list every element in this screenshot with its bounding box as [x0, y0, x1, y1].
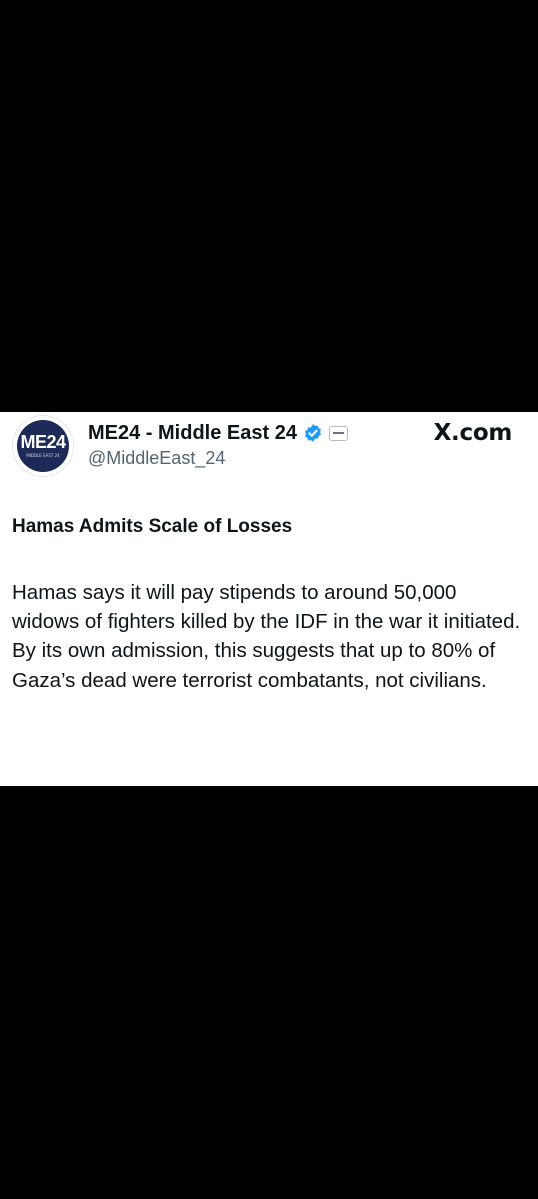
- post-paragraph: Hamas says it will pay stipends to aroun…: [12, 581, 521, 634]
- post-body: Hamas says it will pay stipends to aroun…: [12, 578, 526, 695]
- name-row: ME24 - Middle East 24: [88, 419, 348, 447]
- logo-text: ME24: [20, 432, 66, 452]
- post-headline: Hamas Admits Scale of Losses: [12, 516, 293, 537]
- display-name[interactable]: ME24 - Middle East 24: [88, 422, 297, 445]
- affiliate-badge-icon: [328, 425, 348, 441]
- post-paragraph: By its own admission, this suggests that…: [12, 639, 496, 692]
- site-label: X.com: [433, 420, 513, 446]
- avatar[interactable]: ME24 MIDDLE EAST 24: [12, 415, 74, 477]
- verified-check-icon: [305, 424, 321, 442]
- avatar-logo: ME24 MIDDLE EAST 24: [17, 420, 69, 472]
- account-handle[interactable]: @MiddleEast_24: [88, 448, 225, 469]
- logo-subtext: MIDDLE EAST 24: [26, 453, 60, 458]
